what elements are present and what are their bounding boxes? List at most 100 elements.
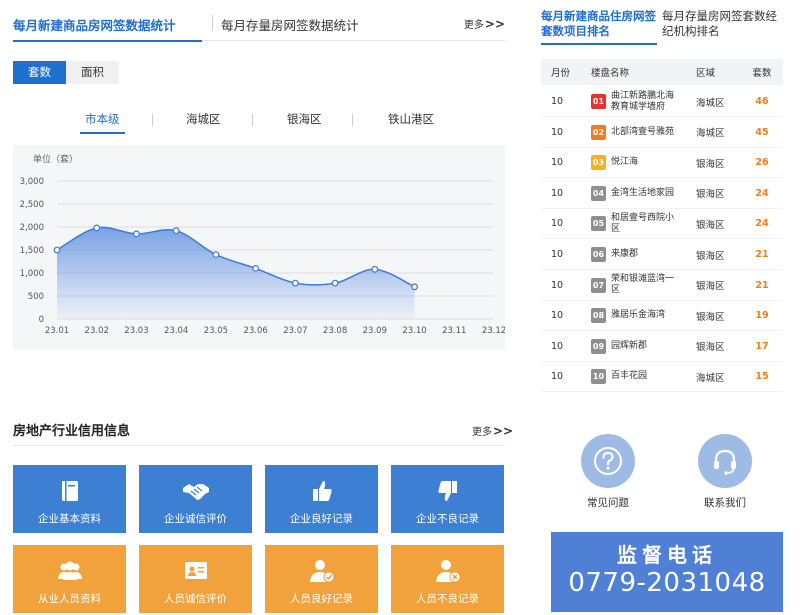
ranking-tabs: 每月新建商品住房网签套数项目排名 每月存量房网签套数经纪机构排名	[541, 6, 784, 45]
data-point[interactable]	[53, 246, 61, 254]
table-row[interactable]: 10 09 园辉新郡 银海区 17	[541, 332, 783, 362]
project-name: 来康郡	[611, 249, 639, 259]
table-row[interactable]: 10 03 悦江海 银海区 26	[541, 148, 783, 179]
rank-badge: 09	[591, 338, 606, 354]
tab-divider	[352, 114, 353, 126]
y-tick-label: 0	[39, 315, 44, 325]
x-tick-label: 23.08	[323, 326, 347, 336]
count-value: 15	[755, 371, 769, 383]
header-district: 区域	[696, 68, 716, 79]
row-project[interactable]: 06 来康郡	[591, 240, 681, 269]
thumbs-down-icon	[437, 481, 457, 501]
table-row[interactable]: 10 10 百丰花园 海城区 15	[541, 362, 783, 393]
contact-link[interactable]: 联系我们	[695, 434, 755, 510]
table-row[interactable]: 10 06 来康郡 银海区 21	[541, 240, 783, 270]
row-project[interactable]: 08 雅居乐金海湾	[591, 301, 681, 330]
rank-badge: 06	[591, 247, 606, 262]
row-project[interactable]: 01 曲江新路鵬北海教育城学墙府	[591, 87, 681, 116]
tab-city-level[interactable]: 市本级	[80, 111, 124, 134]
table-row[interactable]: 10 04 金湾生活地家园 银海区 24	[541, 179, 783, 209]
row-project[interactable]: 09 园辉新郡	[591, 332, 681, 361]
contact-label: 联系我们	[704, 497, 746, 509]
faq-link[interactable]: 常见问题	[578, 434, 638, 510]
project-name: 百丰花园	[611, 371, 648, 382]
data-point[interactable]	[93, 224, 101, 232]
tile-label: 人员良好记录	[290, 593, 353, 605]
more-link-credit[interactable]: 更多>>	[472, 423, 513, 438]
toggle-count[interactable]: 套数	[13, 61, 66, 84]
row-district: 银海区	[696, 342, 725, 354]
table-row[interactable]: 10 02 北部湾壹号雅苑 海城区 45	[541, 118, 783, 148]
count-value: 45	[755, 126, 769, 138]
project-name: 金湾生活地家园	[611, 187, 675, 198]
data-point[interactable]	[291, 279, 299, 287]
row-month: 10	[551, 96, 564, 107]
table-row[interactable]: 10 05 和居壹号西院小区 银海区 24	[541, 209, 783, 240]
y-tick-label: 2,000	[20, 223, 44, 233]
tile-company-bad-record[interactable]: 企业不良记录	[391, 465, 504, 533]
faq-label: 常见问题	[587, 497, 629, 509]
row-project[interactable]: 03 悦江海	[591, 148, 681, 177]
data-point[interactable]	[331, 279, 339, 287]
table-row[interactable]: 10 08 雅居乐金海湾 银海区 19	[541, 301, 783, 332]
header-count: 套数	[752, 68, 772, 79]
row-count: 26	[747, 148, 777, 177]
row-project[interactable]: 02 北部湾壹号雅苑	[591, 118, 681, 147]
double-chevron-right-icon: >>	[493, 424, 514, 438]
tile-company-profile[interactable]: 企业基本资料	[13, 465, 126, 533]
handshake-icon	[182, 484, 209, 500]
tile-label: 人员不良记录	[416, 593, 479, 605]
project-name: 园辉新郡	[611, 340, 648, 351]
project-name: 雅居乐金海湾	[611, 310, 666, 321]
tile-label: 从业人员资料	[38, 593, 101, 605]
data-point[interactable]	[133, 230, 140, 238]
rank-badge: 02	[591, 124, 606, 140]
tile-company-good-record[interactable]: 企业良好记录	[265, 465, 378, 533]
count-value: 21	[755, 249, 769, 260]
row-district: 海城区	[696, 128, 725, 140]
data-point[interactable]	[371, 265, 379, 273]
toggle-area[interactable]: 面积	[66, 61, 119, 84]
data-point[interactable]	[411, 283, 418, 291]
contact-circle	[698, 434, 752, 488]
more-label: 更多	[472, 427, 492, 438]
tile-company-credit-eval[interactable]: 企业诚信评价	[139, 465, 252, 533]
tab-haicheng[interactable]: 海城区	[186, 111, 221, 127]
more-link-stats[interactable]: 更多>>	[464, 16, 505, 31]
data-point[interactable]	[172, 227, 180, 235]
x-tick-label: 23.04	[164, 326, 188, 336]
rank-badge: 05	[591, 216, 606, 232]
tile-staff-good-record[interactable]: 人员良好记录	[265, 545, 378, 613]
data-point[interactable]	[252, 264, 260, 272]
tab-project-ranking[interactable]: 每月新建商品住房网签套数项目排名	[541, 9, 661, 45]
sales-chart: 单位（套） 3,000 2,500 2,000 1,500 1,000 500 0 23.01…	[13, 145, 505, 350]
project-name: 和居壹号西院小区	[611, 212, 675, 234]
row-project[interactable]: 10 百丰花园	[591, 362, 681, 391]
tab-agency-ranking[interactable]: 每月存量房网签套数经纪机构排名	[662, 9, 784, 39]
data-point[interactable]	[212, 251, 220, 258]
tile-staff-credit-eval[interactable]: 人员诚信评价	[139, 545, 252, 613]
x-tick-label: 23.06	[243, 326, 267, 336]
count-value: 17	[755, 340, 769, 352]
tile-staff-profile[interactable]: 从业人员资料	[13, 545, 126, 613]
hotline-banner: 监督电话 0779-2031048	[551, 532, 783, 612]
row-district: 银海区	[696, 189, 725, 201]
tab-yinhai[interactable]: 银海区	[287, 111, 322, 127]
more-label: 更多	[463, 20, 484, 31]
tile-label: 企业良好记录	[290, 513, 353, 525]
row-project[interactable]: 05 和居壹号西院小区	[591, 209, 681, 238]
tab-new-housing-stats[interactable]: 每月新建商品房网签数据统计	[13, 15, 202, 42]
project-name: 悦江海	[611, 157, 639, 168]
tab-existing-housing-stats[interactable]: 每月存量房网签数据统计	[221, 15, 359, 34]
tile-staff-bad-record[interactable]: 人员不良记录	[391, 545, 504, 613]
table-row[interactable]: 10 01 曲江新路鵬北海教育城学墙府 海城区 46	[541, 87, 783, 117]
count-value: 24	[755, 187, 769, 199]
row-count: 19	[747, 301, 777, 330]
row-project[interactable]: 04 金湾生活地家园	[591, 179, 681, 208]
rank-badge: 08	[591, 308, 606, 324]
header-project-name: 楼盘名称	[591, 68, 630, 79]
row-project[interactable]: 07 荣和银滩蓝湾一区	[591, 271, 681, 300]
table-row[interactable]: 10 07 荣和银滩蓝湾一区 银海区 21	[541, 271, 783, 301]
tab-tieshangang[interactable]: 铁山港区	[388, 111, 434, 127]
row-count: 46	[747, 87, 777, 116]
